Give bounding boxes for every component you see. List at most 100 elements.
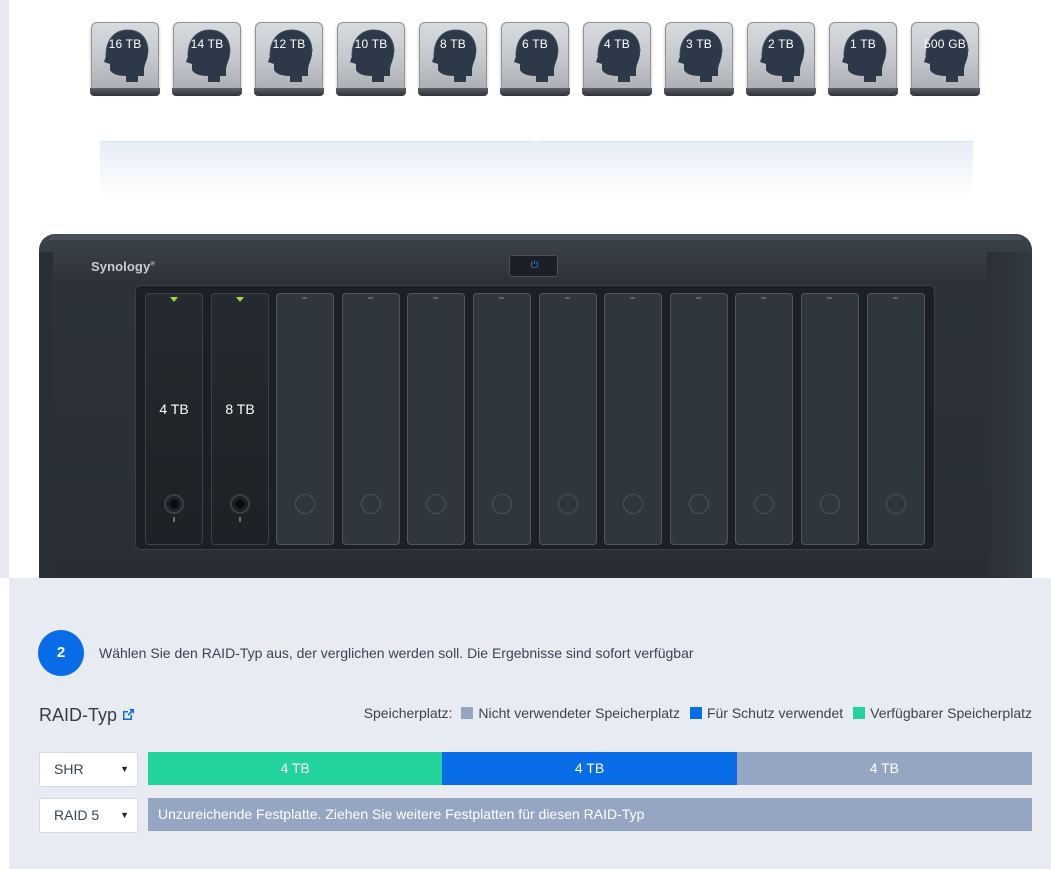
raid-type-select-2[interactable]: RAID 5 ▼ xyxy=(39,798,138,833)
hdd-connector xyxy=(254,88,324,96)
legend-label: Nicht verwendeter Speicherplatz xyxy=(478,705,680,721)
status-led-icon xyxy=(170,297,178,302)
storage-legend: Speicherplatz: Nicht verwendeter Speiche… xyxy=(364,705,1032,721)
drive-picker: 16 TB 14 TB 12 TB 10 TB 8 TB 6 TB 4 TB 3 TB 2 TB… xyxy=(90,22,990,98)
bay-tab xyxy=(761,297,766,299)
legend-swatch-protection xyxy=(689,707,702,719)
divider-notch xyxy=(526,135,546,143)
chevron-down-icon: ▼ xyxy=(120,810,129,820)
raid-type-select-1[interactable]: SHR ▼ xyxy=(39,752,138,787)
bay-tab xyxy=(696,297,701,299)
legend-unused: Nicht verwendeter Speicherplatz xyxy=(461,705,680,721)
drive-capacity: 4 TB xyxy=(604,37,630,51)
drive-capacity: 500 GB xyxy=(924,37,966,51)
drive-bay-frame: 4 TB 8 TB xyxy=(135,285,935,550)
external-link-icon[interactable] xyxy=(121,708,135,722)
nas-chassis: Synology® ⏻ 4 TB 8 TB xyxy=(39,234,1032,584)
step-instruction: Wählen Sie den RAID-Typ aus, der verglic… xyxy=(99,645,694,661)
hdd-connector xyxy=(828,88,898,96)
drive-16-tb[interactable]: 16 TB xyxy=(90,22,160,96)
bay-tab xyxy=(565,297,570,299)
capacity-segment-unused: 4 TB xyxy=(736,752,1032,785)
drive-6-tb[interactable]: 6 TB xyxy=(500,22,570,96)
hdd-connector xyxy=(90,88,160,96)
legend-swatch-unused xyxy=(461,707,474,719)
left-edge-strip xyxy=(0,0,9,578)
drive-10-tb[interactable]: 10 TB xyxy=(336,22,406,96)
bay-lock-icon xyxy=(230,494,250,514)
legend-protection: Für Schutz verwendet xyxy=(689,705,844,721)
drive-bay-empty xyxy=(276,293,334,545)
drive-capacity: 1 TB xyxy=(850,37,876,51)
hard-drive-icon xyxy=(596,29,641,82)
drive-bay-empty xyxy=(735,293,793,545)
hdd-connector xyxy=(336,88,406,96)
bay-capacity: 8 TB xyxy=(225,401,255,417)
drive-bay-empty xyxy=(407,293,465,545)
drive-1-tb[interactable]: 1 TB xyxy=(828,22,898,96)
power-icon: ⏻ xyxy=(530,260,539,271)
drive-bay-filled: 8 TB xyxy=(211,293,269,545)
hard-drive-icon xyxy=(514,29,559,82)
legend-available: Verfügbarer Speicherplatz xyxy=(853,705,1032,721)
capacity-segment-protection: 4 TB xyxy=(442,752,737,785)
drive-capacity: 2 TB xyxy=(768,37,794,51)
chevron-down-icon: ▼ xyxy=(120,764,129,774)
drive-bay-empty xyxy=(801,293,859,545)
drive-bay-empty xyxy=(670,293,728,545)
hard-drive-icon xyxy=(104,29,149,82)
drive-4-tb[interactable]: 4 TB xyxy=(582,22,652,96)
hdd-connector xyxy=(746,88,816,96)
hdd-connector xyxy=(582,88,652,96)
drive-capacity: 8 TB xyxy=(440,37,466,51)
bay-tab xyxy=(499,297,504,299)
lock-indicator xyxy=(173,517,175,522)
hard-drive-icon xyxy=(678,29,723,82)
select-value: RAID 5 xyxy=(54,807,100,823)
bay-lock-icon xyxy=(689,494,709,514)
legend-title: Speicherplatz: xyxy=(363,705,453,721)
chassis-top-edge xyxy=(49,234,1022,240)
lock-indicator xyxy=(239,517,241,522)
raid-type-heading: RAID-Typ xyxy=(39,705,135,726)
bay-lock-icon xyxy=(820,494,840,514)
bay-lock-icon xyxy=(361,494,381,514)
drive-capacity: 12 TB xyxy=(272,37,306,51)
bay-tab xyxy=(368,297,373,299)
select-value: SHR xyxy=(54,761,84,777)
drive-2-tb[interactable]: 2 TB xyxy=(746,22,816,96)
drive-capacity: 14 TB xyxy=(190,37,224,51)
drive-14-tb[interactable]: 14 TB xyxy=(172,22,242,96)
bay-lock-icon xyxy=(492,494,512,514)
power-button: ⏻ xyxy=(509,255,558,277)
bay-lock-icon xyxy=(295,494,315,514)
drive-capacity: 6 TB xyxy=(522,37,548,51)
raid-type-title: RAID-Typ xyxy=(39,705,118,725)
hard-drive-icon xyxy=(432,29,477,82)
chassis-right-side xyxy=(987,252,1032,582)
legend-label: Verfügbarer Speicherplatz xyxy=(870,705,1032,721)
legend-label: Für Schutz verwendet xyxy=(706,705,844,721)
drive-8-tb[interactable]: 8 TB xyxy=(418,22,488,96)
chassis-left-side xyxy=(39,252,53,582)
drive-bay-empty xyxy=(342,293,400,545)
divider-glow xyxy=(100,142,973,197)
bay-tab xyxy=(630,297,635,299)
hdd-connector xyxy=(418,88,488,96)
drive-capacity: 10 TB xyxy=(354,37,388,51)
hard-drive-icon xyxy=(350,29,395,82)
bay-tab xyxy=(827,297,832,299)
hard-drive-icon xyxy=(842,29,887,82)
drive-12-tb[interactable]: 12 TB xyxy=(254,22,324,96)
bay-tab xyxy=(302,297,307,299)
drive-bay-empty xyxy=(473,293,531,545)
drive-bay-filled: 4 TB xyxy=(145,293,203,545)
drive-3-tb[interactable]: 3 TB xyxy=(664,22,734,96)
hdd-connector xyxy=(172,88,242,96)
hard-drive-icon xyxy=(760,29,805,82)
bay-lock-icon xyxy=(164,494,184,514)
insufficient-disks-message: Unzureichende Festplatte. Ziehen Sie wei… xyxy=(148,798,1032,831)
drive-capacity: 3 TB xyxy=(686,37,712,51)
drive-500-gb[interactable]: 500 GB xyxy=(910,22,980,96)
bay-capacity: 4 TB xyxy=(159,401,189,417)
